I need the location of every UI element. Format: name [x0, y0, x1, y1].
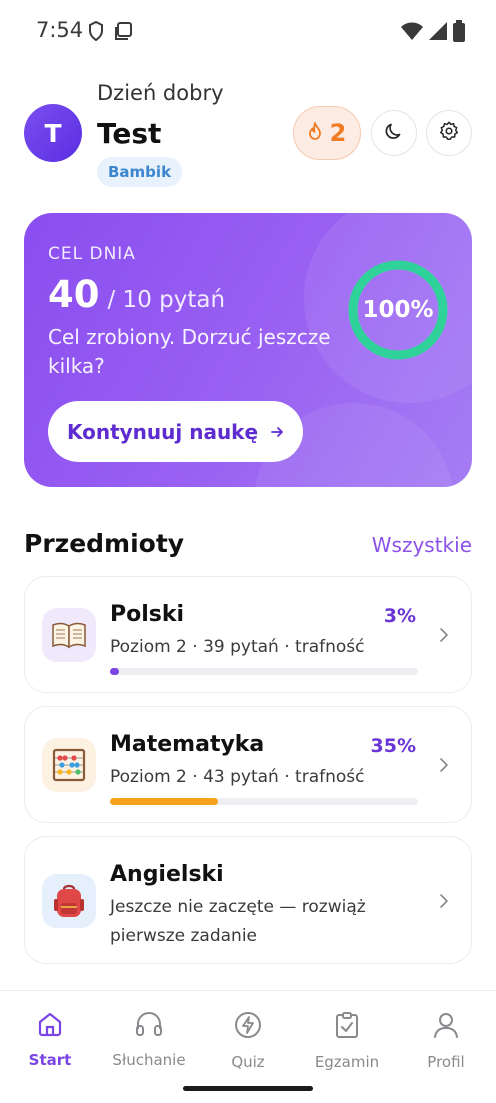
nav-item-quiz[interactable]: Quiz: [198, 1011, 298, 1071]
signal-icon: [428, 21, 448, 46]
nav-label: Start: [28, 1051, 72, 1069]
streak-button[interactable]: 2: [293, 106, 361, 160]
avatar-letter: T: [44, 118, 62, 148]
subject-name: Polski: [110, 602, 185, 627]
nav-item-egzamin[interactable]: Egzamin: [297, 1011, 397, 1071]
subject-percent: 35%: [370, 735, 416, 757]
streak-count: 2: [329, 119, 347, 147]
avatar[interactable]: T: [24, 104, 82, 162]
subject-progress-track: [110, 798, 418, 805]
status-icons-left: [88, 20, 134, 46]
greeting-text: Dzień dobry: [97, 81, 224, 105]
gear-icon: [438, 120, 460, 147]
subject-card-polski[interactable]: Polski 3% Poziom 2 · 39 pytań · trafność: [24, 576, 472, 693]
battery-icon: [452, 20, 466, 47]
goal-count: 40 / 10 pytań: [48, 273, 225, 316]
subject-progress-fill: [110, 798, 218, 805]
backpack-icon: [42, 874, 96, 928]
chevron-right-icon: [439, 627, 449, 648]
nav-label: Słuchanie: [112, 1051, 186, 1069]
subject-card-angielski[interactable]: Angielski Jeszcze nie zaczęte — rozwiąż …: [24, 836, 472, 964]
book-icon: [42, 608, 96, 662]
nav-label: Quiz: [231, 1053, 265, 1071]
screen-icon: [114, 21, 134, 46]
subject-meta: Poziom 2 · 39 pytań · trafność: [110, 637, 365, 657]
settings-button[interactable]: [426, 110, 472, 156]
wifi-icon: [400, 21, 424, 46]
nav-item-start[interactable]: Start: [0, 1011, 100, 1069]
clipboard-check-icon: [335, 1011, 359, 1044]
chevron-right-icon: [439, 893, 449, 914]
arrow-right-icon: [270, 420, 284, 444]
subject-progress-fill: [110, 668, 120, 675]
nav-label: Profil: [427, 1053, 465, 1071]
username: Test: [97, 117, 162, 150]
subject-name: Matematyka: [110, 732, 265, 757]
goal-target: / 10 pytań: [107, 287, 226, 313]
status-time: 7:54: [36, 18, 84, 42]
status-icons-right: [400, 20, 466, 47]
nav-label: Egzamin: [314, 1053, 380, 1071]
continue-learning-button[interactable]: Kontynuuj naukę: [48, 401, 303, 462]
shield-icon: [88, 20, 104, 46]
subject-name: Angielski: [110, 862, 224, 887]
goal-label: CEL DNIA: [48, 244, 136, 264]
flame-icon: [308, 121, 322, 145]
daily-goal-card: CEL DNIA 40 / 10 pytań Cel zrobiony. Dor…: [24, 213, 472, 487]
home-icon: [37, 1011, 63, 1042]
see-all-link[interactable]: Wszystkie: [372, 533, 472, 557]
goal-answered: 40: [48, 273, 100, 316]
subject-description: Jeszcze nie zaczęte — rozwiąż pierwsze z…: [110, 897, 366, 946]
goal-message: Cel zrobiony. Dorzuć jeszcze kilka?: [48, 325, 331, 378]
goal-progress-text: 100%: [362, 297, 434, 323]
moon-icon: [384, 121, 404, 146]
subject-percent: 3%: [383, 605, 416, 627]
continue-label: Kontynuuj naukę: [66, 419, 259, 444]
subject-progress-track: [110, 668, 418, 675]
subject-card-matematyka[interactable]: Matematyka 35% Poziom 2 · 43 pytań · tra…: [24, 706, 472, 823]
home-indicator: [183, 1086, 313, 1091]
theme-toggle-button[interactable]: [371, 110, 417, 156]
abacus-icon: [42, 738, 96, 792]
nav-item-profil[interactable]: Profil: [396, 1011, 496, 1071]
subjects-title: Przedmioty: [24, 529, 185, 558]
rank-badge: Bambik: [97, 157, 183, 187]
lightning-icon: [234, 1011, 262, 1044]
chevron-right-icon: [439, 757, 449, 778]
subject-meta: Poziom 2 · 43 pytań · trafność: [110, 767, 365, 787]
status-bar: 7:54: [0, 0, 496, 64]
user-icon: [433, 1011, 459, 1044]
headphones-icon: [135, 1011, 163, 1042]
nav-item-sluchanie[interactable]: Słuchanie: [99, 1011, 199, 1069]
